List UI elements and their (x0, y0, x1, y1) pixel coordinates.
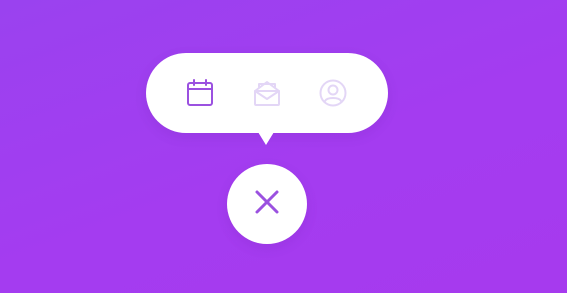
mail-icon (252, 78, 282, 108)
close-button[interactable] (227, 164, 307, 244)
menu-item-mail[interactable] (250, 75, 284, 111)
calendar-icon (185, 78, 215, 108)
menu-pointer (258, 132, 274, 145)
menu-item-profile[interactable] (316, 75, 350, 111)
menu-item-calendar[interactable] (183, 75, 217, 111)
gradient-background (0, 0, 567, 293)
close-icon (254, 189, 280, 220)
popup-menu (146, 53, 388, 133)
profile-icon (318, 78, 348, 108)
